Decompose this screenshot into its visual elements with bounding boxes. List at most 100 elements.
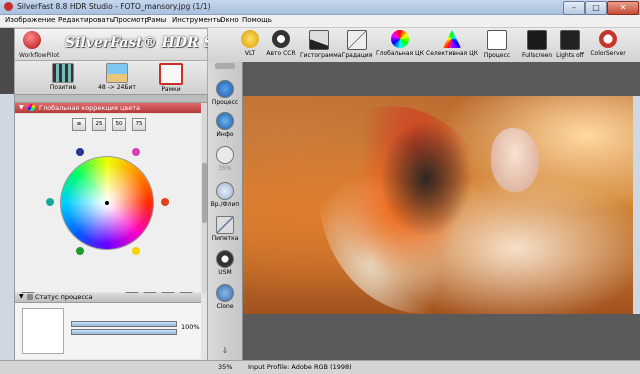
side-clone-button[interactable]: Clone [208, 284, 242, 310]
vlt-label: VLT [244, 50, 256, 57]
color-handle-green[interactable] [76, 247, 84, 255]
clone-icon [216, 284, 234, 302]
side-scroll-up-icon [215, 63, 235, 69]
maximize-button[interactable]: □ [585, 1, 607, 15]
menu-bar: Изображение Редактировать Просмотр Рамы … [0, 15, 640, 28]
colorserver-label: ColorServer [590, 50, 626, 57]
process-preview [22, 308, 64, 354]
vlt-button[interactable]: VLT [238, 30, 262, 57]
global-cc-panel-header[interactable]: ▼ Глобальная коррекция цвета [15, 103, 201, 113]
preset-75-button[interactable]: 75 [132, 118, 146, 131]
frames-button[interactable]: Рамки [149, 63, 193, 93]
info-icon [216, 112, 234, 130]
app-icon [4, 2, 13, 11]
histogram-button[interactable]: Гистограмма [300, 30, 342, 59]
selective-color-icon [443, 30, 461, 48]
menu-edit[interactable]: Редактировать [58, 16, 114, 24]
histogram-icon [309, 30, 329, 50]
progress-bar-1 [71, 321, 177, 327]
film-strip-icon [52, 63, 74, 83]
lights-off-button[interactable]: Lights off [554, 30, 586, 59]
global-cc-button[interactable]: Глобальная ЦК [376, 30, 424, 57]
side-rotate-label: Вр./Флип [210, 201, 240, 208]
minimize-button[interactable]: – [563, 1, 585, 15]
close-button[interactable]: ✕ [607, 1, 639, 15]
positive-label: Позитив [49, 84, 77, 91]
palm-landscape-icon [106, 63, 128, 83]
color-handle-red[interactable] [161, 198, 169, 206]
side-eyedropper-label: Пипетка [211, 235, 239, 242]
menu-window[interactable]: Окно [220, 16, 239, 24]
process-status-title: Статус процесса [35, 293, 93, 301]
preview-bottom-margin [243, 314, 640, 360]
side-usm-label: USM [218, 269, 232, 276]
panel-scrollbar[interactable] [202, 103, 207, 293]
preview-image[interactable] [243, 96, 633, 314]
menu-view[interactable]: Просмотр [113, 16, 149, 24]
left-tools-bar: Позитив 48 -> 24Бит Рамки [14, 60, 208, 96]
color-handle-yellow[interactable] [132, 247, 140, 255]
side-rotate-button[interactable]: Вр./Флип [208, 182, 242, 208]
process-icon [487, 30, 507, 50]
status-zoom: 35% [218, 363, 233, 371]
positive-button[interactable]: Позитив [41, 63, 85, 93]
workflowpilot-label[interactable]: WorkflowPilot [19, 52, 59, 59]
color-wheel-small-icon [28, 104, 35, 111]
rotate-flip-icon [216, 182, 234, 200]
side-zoom-label: 35% [218, 165, 232, 172]
color-handle-magenta[interactable] [132, 148, 140, 156]
preview-face [491, 128, 539, 192]
side-usm-button[interactable]: USM [208, 250, 242, 276]
side-process-label: Процесс [211, 99, 239, 106]
collapse-arrow-icon[interactable]: ▼ [19, 293, 24, 300]
fullscreen-icon [527, 30, 547, 50]
bitdepth-button[interactable]: 48 -> 24Бит [95, 63, 139, 93]
color-handle-blue[interactable] [76, 148, 84, 156]
process-status-body: 100% [15, 303, 201, 359]
progress-fill-2 [72, 330, 176, 334]
auto-ccr-button[interactable]: Авто CCR [264, 30, 298, 57]
side-scroll-down[interactable]: ⇓ [208, 346, 242, 355]
color-handle-cyan[interactable] [46, 198, 54, 206]
global-cc-body: ≡ 25 50 75 [15, 114, 201, 306]
process-button[interactable]: Процесс [480, 30, 514, 59]
histogram-label: Гистограмма [300, 52, 342, 59]
global-cc-title: Глобальная коррекция цвета [39, 104, 141, 112]
side-scroll-up[interactable] [208, 63, 242, 69]
process-status-icon [27, 294, 33, 300]
progress-fill-1 [72, 322, 176, 326]
fullscreen-label: Fullscreen [522, 52, 553, 59]
preset-25-button[interactable]: 25 [92, 118, 106, 131]
frames-label: Рамки [161, 86, 181, 93]
color-wheel-center[interactable] [105, 201, 109, 205]
usm-icon [216, 250, 234, 268]
fullscreen-button[interactable]: Fullscreen [522, 30, 552, 59]
gradation-icon [347, 30, 367, 50]
colorserver-button[interactable]: ColorServer [588, 30, 628, 57]
selective-cc-button[interactable]: Селективная ЦК [426, 30, 478, 57]
menu-help[interactable]: Помощь [242, 16, 272, 24]
menu-image[interactable]: Изображение [5, 16, 55, 24]
lights-off-label: Lights off [556, 52, 584, 59]
menu-frames[interactable]: Рамы [147, 16, 166, 24]
left-panel: ▼ Глобальная коррекция цвета ≡ 25 50 75 [14, 94, 208, 362]
side-eyedropper-button[interactable]: Пипетка [208, 216, 242, 242]
collapse-arrow-icon[interactable]: ▼ [19, 104, 24, 111]
side-zoom-button[interactable]: 35% [208, 146, 242, 172]
panel-scrollbar-thumb[interactable] [202, 163, 207, 223]
color-wheel[interactable] [60, 156, 154, 250]
preset-50-button[interactable]: 50 [112, 118, 126, 131]
chevron-down-icon: ⇓ [221, 346, 229, 355]
progress-bar-2 [71, 329, 177, 335]
gradation-button[interactable]: Градация [340, 30, 374, 59]
side-info-button[interactable]: Инфо [208, 112, 242, 138]
process-status-header[interactable]: ▼ Статус процесса [15, 293, 201, 303]
logo-area: WorkflowPilot SilverFast® HDR Studio [14, 28, 255, 62]
workflowpilot-icon[interactable] [23, 31, 41, 49]
list-view-button[interactable]: ≡ [72, 118, 86, 131]
app-window: SilverFast 8.8 HDR Studio - FOTO_mansory… [0, 0, 640, 374]
side-process-button[interactable]: Процесс [208, 80, 242, 106]
tools-icon [159, 63, 183, 85]
preview-top-margin [243, 62, 640, 96]
menu-tools[interactable]: Инструменты [172, 16, 222, 24]
